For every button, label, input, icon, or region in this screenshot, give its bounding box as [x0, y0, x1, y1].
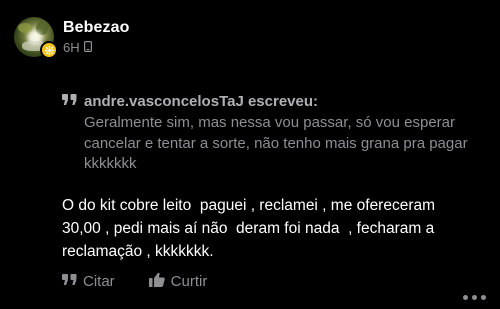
quote-block: andre.vasconcelosTaJ escreveu: Geralment… [62, 91, 482, 175]
quote-author[interactable]: andre.vasconcelosTaJ escreveu: [84, 93, 318, 110]
gold-badge-icon [40, 41, 58, 59]
post-body: O do kit cobre leito paguei , reclamei ,… [62, 197, 440, 260]
post-card: Bebezao 6H andre.vasconcelosTaJ escreveu… [0, 0, 500, 309]
post-actions: Citar Curtir [62, 272, 207, 291]
username[interactable]: Bebezao [63, 19, 130, 37]
post-time: 6H [63, 40, 80, 55]
quote-header: andre.vasconcelosTaJ escreveu: [62, 91, 482, 111]
more-options-icon[interactable] [460, 278, 488, 300]
thumbs-up-icon [148, 272, 165, 291]
mobile-device-icon [83, 40, 92, 55]
quote-icon [62, 273, 77, 290]
quote-button[interactable]: Citar [62, 273, 115, 290]
post-meta: 6H [63, 40, 92, 55]
like-button-label: Curtir [170, 273, 208, 290]
like-button[interactable]: Curtir [148, 272, 208, 291]
quote-icon [62, 93, 77, 110]
quote-button-label: Citar [83, 273, 115, 290]
quote-text: Geralmente sim, mas nessa vou passar, só… [84, 114, 468, 172]
avatar-container[interactable] [14, 17, 58, 59]
